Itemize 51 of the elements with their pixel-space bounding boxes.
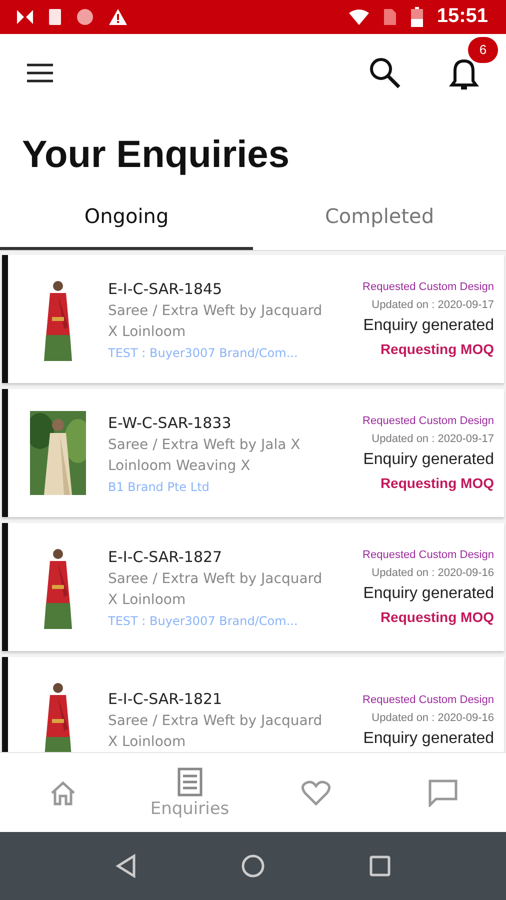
enquiry-type: Requested Custom Design (362, 548, 494, 561)
brand-name: TEST : Buyer3007 Brand/Com... (108, 346, 299, 360)
home-icon[interactable] (49, 780, 78, 806)
product-name: Saree / Extra Weft by Jacquard X Loinloom (108, 570, 323, 610)
search-icon[interactable] (368, 56, 402, 90)
product-name: Saree / Extra Weft by Jacquard X Loinloom (108, 302, 323, 342)
back-icon[interactable] (115, 854, 137, 878)
updated-date: Updated on : 2020-09-17 (372, 298, 494, 311)
enquiry-type: Requested Custom Design (362, 694, 494, 706)
enquiry-card[interactable]: E-I-C-SAR-1827 Saree / Extra Weft by Jacquard X Loinloom TEST : Buyer3007 Brand/Com... Requested Custom Design Updated on : 2020-09-16 Enquiry generated Requesting MOQ (2, 522, 504, 651)
page-title: Your Enquiries (21, 132, 290, 178)
product-name: Saree / Extra Weft by Jacquard X Loinloom (108, 712, 323, 752)
enquiry-code: E-W-C-SAR-1833 (108, 414, 232, 432)
recents-icon[interactable] (369, 855, 391, 878)
notification-count: 6 (468, 36, 498, 63)
brand-name: TEST : Buyer3007 Brand/Com... (108, 614, 299, 628)
updated-date: Updated on : 2020-09-16 (372, 566, 494, 579)
clock-time: 15:51 (436, 5, 488, 28)
enquiry-type: Requested Custom Design (362, 280, 494, 293)
battery-icon (410, 6, 423, 27)
next-action: Requesting MOQ (380, 340, 494, 357)
enquiry-type: Requested Custom Design (362, 414, 494, 427)
wifi-icon (348, 8, 369, 25)
no-sim-icon (382, 8, 397, 26)
chat-icon[interactable] (428, 778, 458, 807)
enquiry-code: E-I-C-SAR-1821 (108, 690, 224, 708)
enquiry-code: E-I-C-SAR-1845 (108, 280, 224, 298)
record-icon (76, 8, 94, 26)
home-button-icon[interactable] (241, 854, 265, 878)
warning-icon (108, 8, 128, 26)
enquiry-stage: Enquiry generated (363, 730, 494, 748)
app-icon (16, 8, 34, 26)
enquiry-card[interactable]: E-W-C-SAR-1833 Saree / Extra Weft by Jala X Loinloom Weaving X B1 Brand Pte Ltd Requested Custom Design Updated on : 2020-09-17 Enquiry generated Requesting MOQ (2, 388, 504, 517)
next-action: Requesting MOQ (380, 474, 494, 491)
enquiry-card[interactable]: E-I-C-SAR-1821 Saree / Extra Weft by Jacquard X Loinloom Requested Custom Design Updated on : 2020-09-16 Enquiry generated (2, 656, 504, 752)
enquiry-stage: Enquiry generated (363, 316, 494, 335)
document-icon (48, 8, 62, 26)
enquiry-stage: Enquiry generated (363, 584, 494, 603)
updated-date: Updated on : 2020-09-17 (372, 432, 494, 445)
list-icon[interactable] (176, 766, 203, 797)
brand-name: B1 Brand Pte Ltd (108, 480, 210, 494)
nav-label: Enquiries (150, 798, 230, 819)
heart-icon[interactable] (301, 780, 332, 806)
tab[interactable]: Completed (253, 200, 506, 250)
enquiry-code: E-I-C-SAR-1827 (108, 548, 224, 566)
menu-icon[interactable] (26, 62, 54, 83)
updated-date: Updated on : 2020-09-16 (372, 712, 494, 724)
enquiry-card[interactable]: E-I-C-SAR-1845 Saree / Extra Weft by Jacquard X Loinloom TEST : Buyer3007 Brand/Com... Requested Custom Design Updated on : 2020-09-17 Enquiry generated Requesting MOQ (2, 254, 504, 383)
next-action: Requesting MOQ (380, 608, 494, 625)
enquiry-stage: Enquiry generated (363, 450, 494, 469)
product-name: Saree / Extra Weft by Jala X Loinloom Weaving X (108, 436, 302, 476)
